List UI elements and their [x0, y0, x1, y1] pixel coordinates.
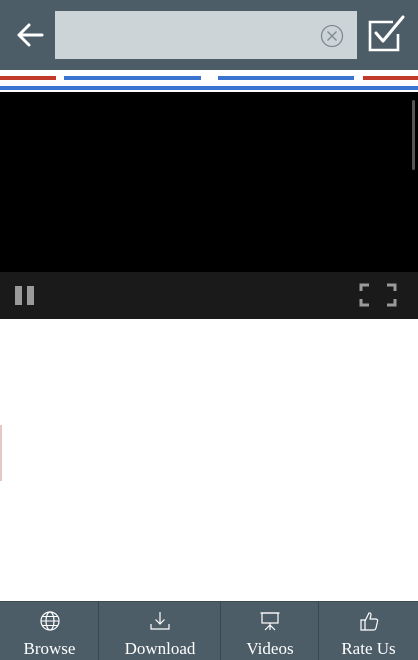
- fullscreen-icon: [359, 283, 397, 307]
- circle-x-icon: [320, 24, 344, 48]
- bottom-nav: Browse Download Videos Rate Us: [0, 601, 418, 660]
- pause-icon: [15, 286, 34, 305]
- fullscreen-button[interactable]: [358, 282, 398, 308]
- back-button[interactable]: [10, 15, 50, 55]
- video-player[interactable]: [0, 92, 418, 319]
- decorative-stripes: [0, 70, 418, 92]
- clear-search-button[interactable]: [319, 23, 345, 49]
- pause-button[interactable]: [12, 284, 40, 308]
- checkbox-checked-icon: [368, 15, 405, 52]
- stripe-segment: [363, 76, 418, 80]
- thumbs-up-icon: [358, 610, 380, 632]
- tab-browse[interactable]: Browse: [0, 602, 99, 660]
- edge-mark: [0, 425, 2, 481]
- top-bar: [0, 0, 418, 70]
- stripe-segment: [218, 76, 354, 80]
- tab-label: Download: [124, 639, 196, 658]
- tab-download[interactable]: Download: [99, 602, 221, 660]
- tab-label: Videos: [246, 639, 294, 658]
- tab-videos[interactable]: Videos: [221, 602, 319, 660]
- stripe-segment: [64, 76, 201, 80]
- scrollbar[interactable]: [412, 100, 415, 170]
- confirm-button[interactable]: [365, 14, 407, 56]
- stripe-line: [0, 86, 418, 90]
- tab-rate-us[interactable]: Rate Us: [319, 602, 418, 660]
- download-icon: [149, 610, 171, 632]
- stripe-segment: [0, 76, 56, 80]
- video-control-bar: [0, 272, 418, 319]
- arrow-left-icon: [17, 23, 44, 47]
- content-area: [0, 319, 418, 601]
- search-input[interactable]: [55, 11, 315, 59]
- tab-label: Browse: [23, 639, 76, 658]
- search-box: [55, 11, 357, 59]
- globe-icon: [39, 610, 61, 632]
- projector-icon: [259, 610, 281, 632]
- tab-label: Rate Us: [341, 639, 396, 658]
